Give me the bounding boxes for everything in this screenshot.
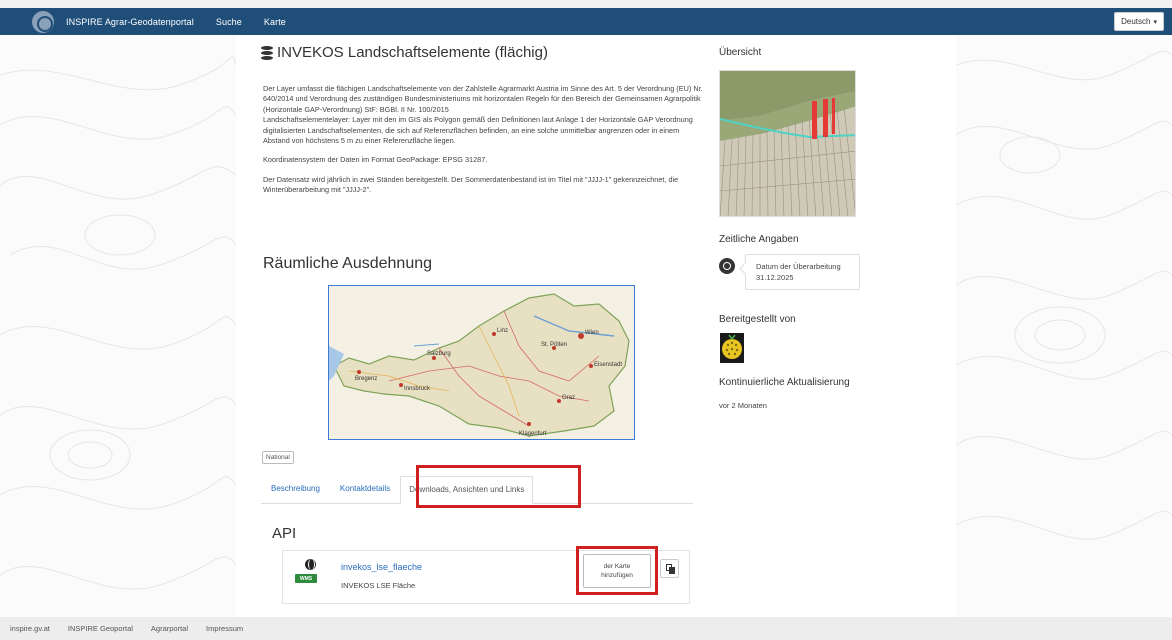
update-heading: Kontinuierliche Aktualisierung xyxy=(719,377,850,388)
highlight-box-tab xyxy=(416,465,581,508)
nav-link-karte[interactable]: Karte xyxy=(264,17,286,27)
spatial-extent-heading: Räumliche Ausdehnung xyxy=(263,255,433,272)
portal-logo-icon[interactable] xyxy=(32,10,54,33)
database-icon xyxy=(261,45,273,60)
temporal-heading: Zeitliche Angaben xyxy=(719,234,799,245)
map-label-graz: Graz xyxy=(562,395,575,401)
description-text-1: Der Layer umfasst die flächigen Landscha… xyxy=(263,84,703,114)
map-label-salzburg: Salzburg xyxy=(427,351,451,357)
page-title: INVEKOS Landschaftselemente (flächig) xyxy=(261,44,548,61)
nav-brand[interactable]: INSPIRE Agrar-Geodatenportal xyxy=(66,17,194,27)
api-heading: API xyxy=(272,525,297,542)
language-dropdown[interactable]: Deutsch ▾ xyxy=(1114,12,1164,31)
caret-down-icon: ▾ xyxy=(1153,18,1157,26)
description-paragraph: Koordinatensystem der Daten im Format Ge… xyxy=(263,155,488,165)
provider-logo[interactable] xyxy=(720,333,744,363)
overview-map-graphic xyxy=(720,71,855,216)
nav-link-suche[interactable]: Suche xyxy=(216,17,242,27)
history-icon xyxy=(719,258,735,274)
map-label-st-poelten: St. Pölten xyxy=(541,342,567,348)
footer: inspire.gv.at INSPIRE Geoportal Agrarpor… xyxy=(0,617,1172,640)
description-text-2: Landschaftselementelayer: Layer mit den … xyxy=(263,115,693,146)
description-paragraph: Der Datensatz wird jährlich in zwei Stän… xyxy=(263,174,679,195)
top-navbar: INSPIRE Agrar-Geodatenportal Suche Karte… xyxy=(0,8,1172,35)
highlight-box-button xyxy=(576,546,658,595)
footer-link-inspire[interactable]: inspire.gv.at xyxy=(10,624,50,633)
map-label-bregenz: Bregenz xyxy=(355,376,377,382)
page-title-text: INVEKOS Landschaftselemente (flächig) xyxy=(277,44,548,61)
footer-link-impressum[interactable]: Impressum xyxy=(206,624,243,633)
description-paragraph: Der Layer umfasst die flächigen Landscha… xyxy=(263,84,703,146)
globe-icon xyxy=(305,559,316,570)
extent-badge: National xyxy=(262,451,294,464)
wms-badge: WMS xyxy=(295,574,317,583)
provided-by-heading: Bereitgestellt von xyxy=(719,314,796,325)
tab-kontaktdetails[interactable]: Kontaktdetails xyxy=(330,484,400,503)
map-label-innsbruck: Innsbruck xyxy=(404,386,431,392)
footer-link-geoportal[interactable]: INSPIRE Geoportal xyxy=(68,624,133,633)
language-label: Deutsch xyxy=(1121,17,1151,26)
map-label-klagenfurt: Klagenfurt xyxy=(519,431,547,437)
temporal-card: Datum der Überarbeitung 31.12.2025 xyxy=(745,254,860,290)
copy-button[interactable] xyxy=(660,559,679,578)
extent-map[interactable]: Salzburg Innsbruck Bregenz Linz Wien Gra… xyxy=(328,285,635,440)
map-label-wien: Wien xyxy=(585,330,599,336)
update-text: vor 2 Monaten xyxy=(719,401,767,410)
map-label-eisenstadt: Eisenstadt xyxy=(594,362,622,368)
copy-icon-front xyxy=(669,567,675,574)
temporal-label: Datum der Überarbeitung xyxy=(756,262,841,271)
footer-link-agrarportal[interactable]: Agrarportal xyxy=(151,624,188,633)
map-label-linz: Linz xyxy=(497,328,508,334)
tab-beschreibung[interactable]: Beschreibung xyxy=(261,484,330,503)
api-layer-subtitle: INVEKOS LSE Fläche xyxy=(341,581,416,590)
austria-map-graphic: Salzburg Innsbruck Bregenz Linz Wien Gra… xyxy=(329,286,634,439)
temporal-date: 31.12.2025 xyxy=(756,273,794,282)
overview-thumbnail[interactable] xyxy=(719,70,856,217)
overview-heading: Übersicht xyxy=(719,47,762,58)
dataset-description: Der Layer umfasst die flächigen Landscha… xyxy=(263,84,703,205)
api-layer-link[interactable]: invekos_lse_flaeche xyxy=(341,562,422,572)
